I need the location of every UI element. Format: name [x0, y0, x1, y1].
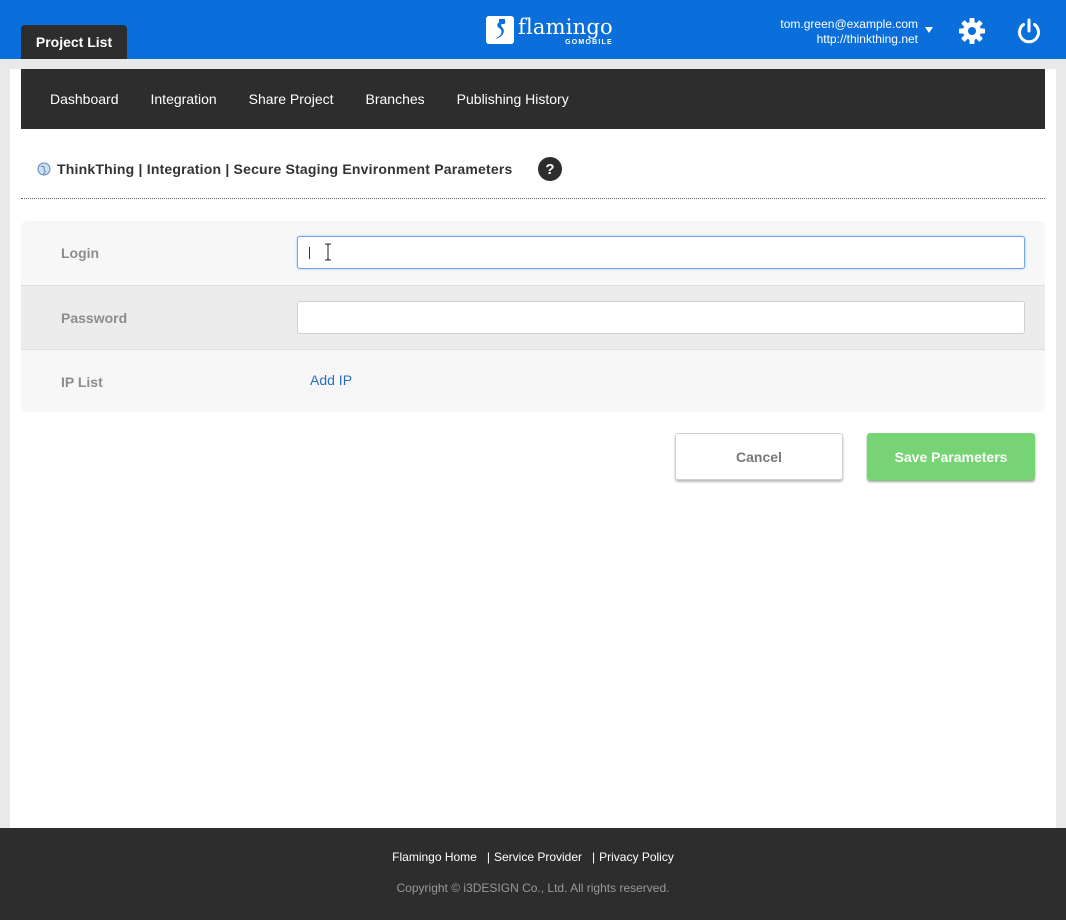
logo-wordmark: flamingo — [518, 15, 613, 39]
main-nav: Dashboard Integration Share Project Bran… — [21, 69, 1045, 129]
footer-separator: | — [592, 850, 596, 864]
footer-link-privacy-policy[interactable]: Privacy Policy — [595, 850, 678, 864]
staging-parameters-form: Login Password IP List Add IP — [21, 221, 1045, 412]
flamingo-logo: flamingo GOMOBILE — [486, 16, 616, 56]
footer-separator: | — [486, 850, 490, 864]
account-email: tom.green@example.com — [780, 17, 918, 31]
footer-link-flamingo-home[interactable]: Flamingo Home — [388, 850, 481, 864]
ip-list-label: IP List — [61, 374, 103, 390]
copyright: Copyright © i3DESIGN Co., Ltd. All right… — [396, 881, 670, 895]
save-parameters-button[interactable]: Save Parameters — [867, 433, 1035, 480]
text-caret — [309, 247, 310, 259]
chevron-down-icon[interactable] — [925, 27, 933, 33]
password-row: Password — [21, 285, 1045, 350]
footer: Flamingo Home | Service Provider | Priva… — [0, 828, 1066, 920]
gear-icon[interactable] — [958, 17, 986, 45]
page-title: ThinkThing | Integration | Secure Stagin… — [57, 161, 513, 177]
globe-icon — [37, 162, 51, 176]
nav-item-integration[interactable]: Integration — [151, 91, 217, 107]
add-ip-link[interactable]: Add IP — [310, 372, 352, 388]
power-icon[interactable] — [1016, 17, 1042, 45]
cancel-button[interactable]: Cancel — [675, 433, 843, 480]
account-menu[interactable]: tom.green@example.com http://thinkthing.… — [780, 17, 918, 47]
ip-list-row: IP List Add IP — [21, 350, 1045, 412]
divider — [21, 198, 1045, 199]
top-bar: Project List flamingo GOMOBILE tom.green… — [0, 0, 1066, 59]
tab-project-list[interactable]: Project List — [21, 25, 127, 59]
footer-links: Flamingo Home | Service Provider | Priva… — [0, 850, 1066, 864]
breadcrumb: ThinkThing | Integration | Secure Stagin… — [37, 159, 513, 179]
nav-item-branches[interactable]: Branches — [366, 91, 425, 107]
nav-item-share-project[interactable]: Share Project — [249, 91, 334, 107]
nav-item-publishing-history[interactable]: Publishing History — [457, 91, 569, 107]
help-icon[interactable]: ? — [538, 157, 562, 181]
password-label: Password — [61, 310, 128, 326]
nav-item-dashboard[interactable]: Dashboard — [50, 91, 119, 107]
password-field[interactable] — [297, 301, 1025, 334]
account-url: http://thinkthing.net — [816, 32, 918, 46]
login-row: Login — [21, 221, 1045, 285]
login-label: Login — [61, 245, 100, 261]
text-cursor-icon — [323, 243, 333, 261]
login-field[interactable] — [297, 236, 1025, 269]
logo-subtitle: GOMOBILE — [565, 39, 613, 46]
flamingo-logo-icon — [486, 16, 514, 44]
footer-link-service-provider[interactable]: Service Provider — [490, 850, 586, 864]
